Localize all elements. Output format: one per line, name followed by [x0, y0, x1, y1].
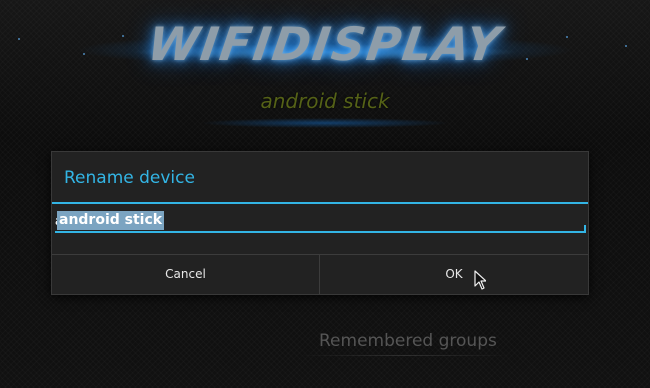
- input-end-handle: [580, 225, 586, 233]
- wifidisplay-screen: WIFIDISPLAY android stick Rename device …: [0, 0, 650, 388]
- dialog-button-row: Cancel OK: [52, 255, 588, 294]
- dialog-title: Rename device: [64, 168, 195, 188]
- dialog-title-divider: [52, 202, 588, 204]
- cancel-button[interactable]: Cancel: [52, 255, 319, 294]
- remembered-groups-title: Remembered groups: [319, 331, 497, 351]
- ok-button[interactable]: OK: [320, 255, 588, 294]
- rename-device-dialog: Rename device android stick Cancel OK: [51, 151, 589, 295]
- device-name-field[interactable]: android stick: [55, 209, 586, 233]
- remembered-groups-divider: [300, 355, 510, 356]
- wifidisplay-title: WIFIDISPLAY: [144, 17, 506, 71]
- device-name-input[interactable]: [55, 209, 586, 233]
- current-device-name: android stick: [260, 89, 390, 113]
- device-name-underglow: [200, 118, 450, 128]
